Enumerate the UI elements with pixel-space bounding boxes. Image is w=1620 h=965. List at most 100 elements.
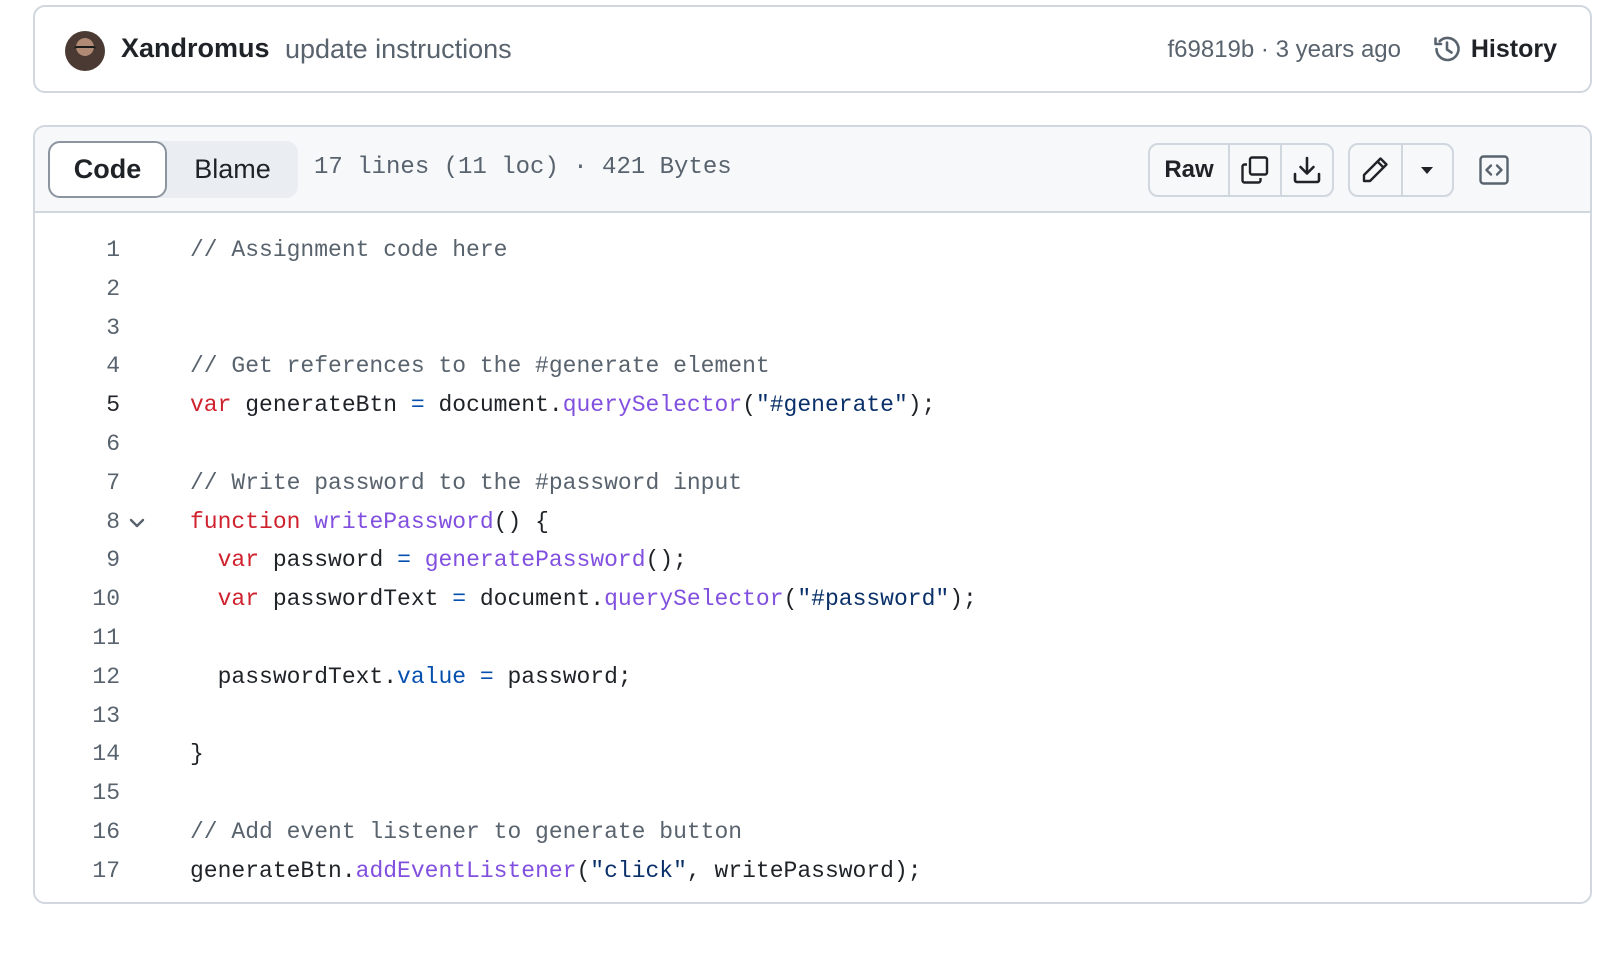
code-view: 1 // Assignment code here 2 3 4 // Get refere… [35, 231, 1590, 891]
history-label: History [1470, 34, 1557, 63]
history-icon [1431, 33, 1463, 65]
code-token: document. [424, 392, 563, 419]
file-info: 17 lines (11 loc) · 421 Bytes [314, 154, 732, 181]
code-text: var passwordText = document.querySelecto… [190, 580, 977, 619]
copy-icon [1239, 154, 1271, 186]
code-token: = [397, 547, 411, 574]
more-edit-options-button[interactable] [1400, 145, 1452, 195]
code-text: } [190, 735, 204, 774]
code-line: 11 [35, 619, 1590, 658]
latest-commit-bar: Xandromus update instructions f69819b · … [33, 5, 1592, 93]
code-token: } [190, 741, 204, 768]
chevron-down-icon[interactable] [126, 512, 148, 534]
code-token: value [397, 663, 467, 690]
code-token: var [217, 547, 260, 574]
line-number[interactable]: 3 [60, 309, 120, 348]
code-token: password [259, 547, 398, 574]
file-viewer: Code Blame 17 lines (11 loc) · 421 Bytes… [33, 125, 1592, 904]
code-token: passwordText [259, 586, 453, 613]
author-avatar[interactable] [65, 31, 105, 71]
line-number[interactable]: 1 [60, 231, 120, 270]
code-token: ( [742, 392, 756, 419]
line-number[interactable]: 2 [60, 270, 120, 309]
code-token: // Add event listener to generate button [190, 818, 743, 845]
code-token: , writePassword); [686, 857, 922, 884]
code-line: 10 var passwordText = document.querySele… [35, 580, 1590, 619]
commit-age: 3 years ago [1275, 36, 1401, 63]
tab-code[interactable]: Code [48, 141, 167, 198]
edit-actions [1348, 143, 1454, 197]
code-text: generateBtn.addEventListener("click", wr… [190, 852, 922, 891]
code-square-icon [1478, 154, 1510, 186]
pencil-icon [1359, 154, 1391, 186]
tab-blame[interactable]: Blame [167, 141, 298, 198]
code-text: // Add event listener to generate button [190, 813, 742, 852]
line-number[interactable]: 7 [60, 464, 120, 503]
download-button[interactable] [1280, 145, 1332, 195]
download-icon [1291, 154, 1323, 186]
line-number[interactable]: 13 [60, 697, 120, 736]
code-line: 9 var password = generatePassword(); [35, 541, 1590, 580]
code-token: function [190, 508, 301, 535]
code-line: 1 // Assignment code here [35, 231, 1590, 270]
symbols-panel-button[interactable] [1478, 154, 1510, 186]
commit-meta: f69819b · 3 years ago [1167, 36, 1401, 64]
file-header: Code Blame 17 lines (11 loc) · 421 Bytes… [35, 127, 1590, 213]
line-number[interactable]: 9 [60, 541, 120, 580]
triangle-down-icon [1417, 160, 1437, 180]
commit-sha[interactable]: f69819b [1167, 36, 1254, 63]
code-token: passwordText. [190, 663, 398, 690]
raw-button[interactable]: Raw [1150, 145, 1228, 195]
code-token: = [479, 663, 494, 690]
code-line: 15 [35, 774, 1590, 813]
line-number[interactable]: 6 [60, 425, 120, 464]
code-line: 5 var generateBtn = document.querySelecto… [35, 386, 1590, 425]
code-token: () { [493, 508, 549, 535]
code-line: 14} [35, 735, 1590, 774]
code-token: generateBtn. [190, 857, 356, 884]
code-token: generatePassword [424, 547, 646, 574]
code-token: var [190, 392, 232, 419]
code-line: 13 [35, 697, 1590, 736]
code-line: 17 generateBtn.addEventListener("click", … [35, 852, 1590, 891]
file-actions: Raw [1148, 143, 1334, 197]
code-text: var generateBtn = document.querySelector… [190, 386, 935, 425]
code-line: 16 // Add event listener to generate butt… [35, 813, 1590, 852]
code-token: // Assignment code here [190, 237, 508, 263]
code-line: 8 function writePassword() { [35, 503, 1590, 542]
edit-file-button[interactable] [1350, 145, 1401, 195]
code-line: 7 // Write password to the #password inpu… [35, 464, 1590, 503]
line-number[interactable]: 11 [60, 619, 120, 658]
code-token: writePassword [314, 508, 494, 535]
code-token: ( [783, 586, 798, 613]
code-line: 3 [35, 309, 1590, 348]
code-token: "click" [590, 857, 687, 884]
line-number[interactable]: 14 [60, 735, 120, 774]
line-number[interactable]: 15 [60, 774, 120, 813]
line-number[interactable]: 5 [60, 386, 120, 425]
commit-author[interactable]: Xandromus [121, 33, 270, 64]
code-token: document. [466, 586, 605, 613]
code-token: querySelector [562, 392, 743, 419]
line-number[interactable]: 4 [60, 347, 120, 386]
line-number[interactable]: 8 [60, 503, 120, 542]
code-token: = [452, 586, 467, 613]
code-line: 12 passwordText.value = password; [35, 658, 1590, 697]
code-token: ); [949, 586, 977, 613]
code-text: // Assignment code here [190, 231, 507, 270]
code-line: 2 [35, 270, 1590, 309]
code-token: querySelector [604, 586, 784, 613]
line-number[interactable]: 17 [60, 852, 120, 891]
code-token: password; [493, 663, 632, 690]
history-button[interactable]: History [1431, 29, 1557, 69]
line-number[interactable]: 16 [60, 813, 120, 852]
line-number[interactable]: 12 [60, 658, 120, 697]
copy-raw-button[interactable] [1228, 145, 1280, 195]
line-number[interactable]: 10 [60, 580, 120, 619]
commit-message[interactable]: update instructions [285, 34, 512, 65]
code-token: ); [907, 392, 936, 419]
